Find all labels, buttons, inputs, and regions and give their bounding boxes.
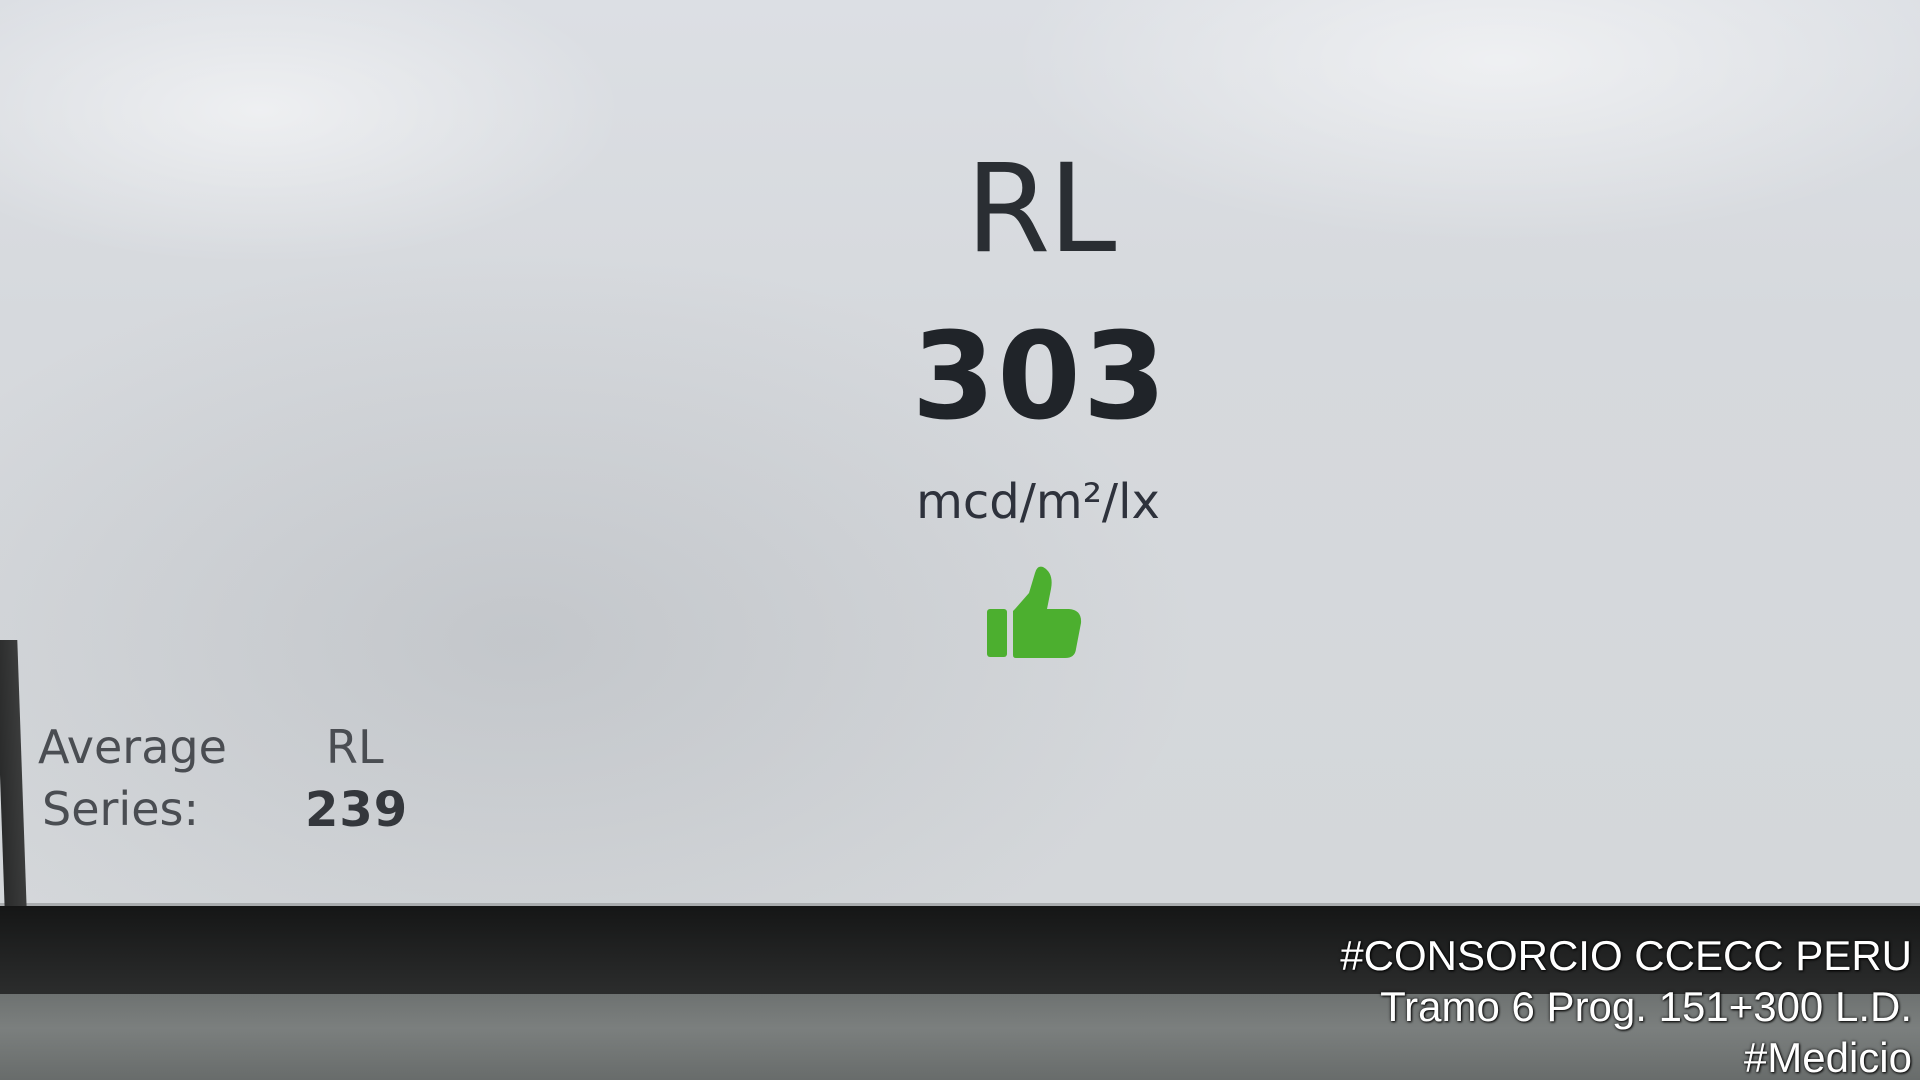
average-value: 239 bbox=[305, 782, 409, 838]
watermark-line-2: Tramo 6 Prog. 151+300 L.D. bbox=[1380, 983, 1912, 1030]
photo-frame: RL 303 mcd/m²/lx Average Series: RL 239 … bbox=[0, 0, 1920, 1080]
photo-watermark: #CONSORCIO CCECC PERU Tramo 6 Prog. 151+… bbox=[1340, 930, 1912, 1080]
measurement-title: RL bbox=[965, 138, 1117, 280]
watermark-line-3: #Medicio bbox=[1743, 1034, 1912, 1080]
average-parameter: RL bbox=[326, 720, 384, 774]
series-label: Series: bbox=[42, 782, 199, 836]
average-label: Average bbox=[38, 720, 227, 774]
measurement-value: 303 bbox=[911, 308, 1169, 447]
watermark-line-1: #CONSORCIO CCECC PERU bbox=[1340, 932, 1912, 979]
measurement-unit: mcd/m²/lx bbox=[916, 474, 1160, 530]
thumbs-up-icon bbox=[987, 566, 1082, 658]
instrument-display: RL 303 mcd/m²/lx Average Series: RL 239 bbox=[0, 0, 1920, 906]
